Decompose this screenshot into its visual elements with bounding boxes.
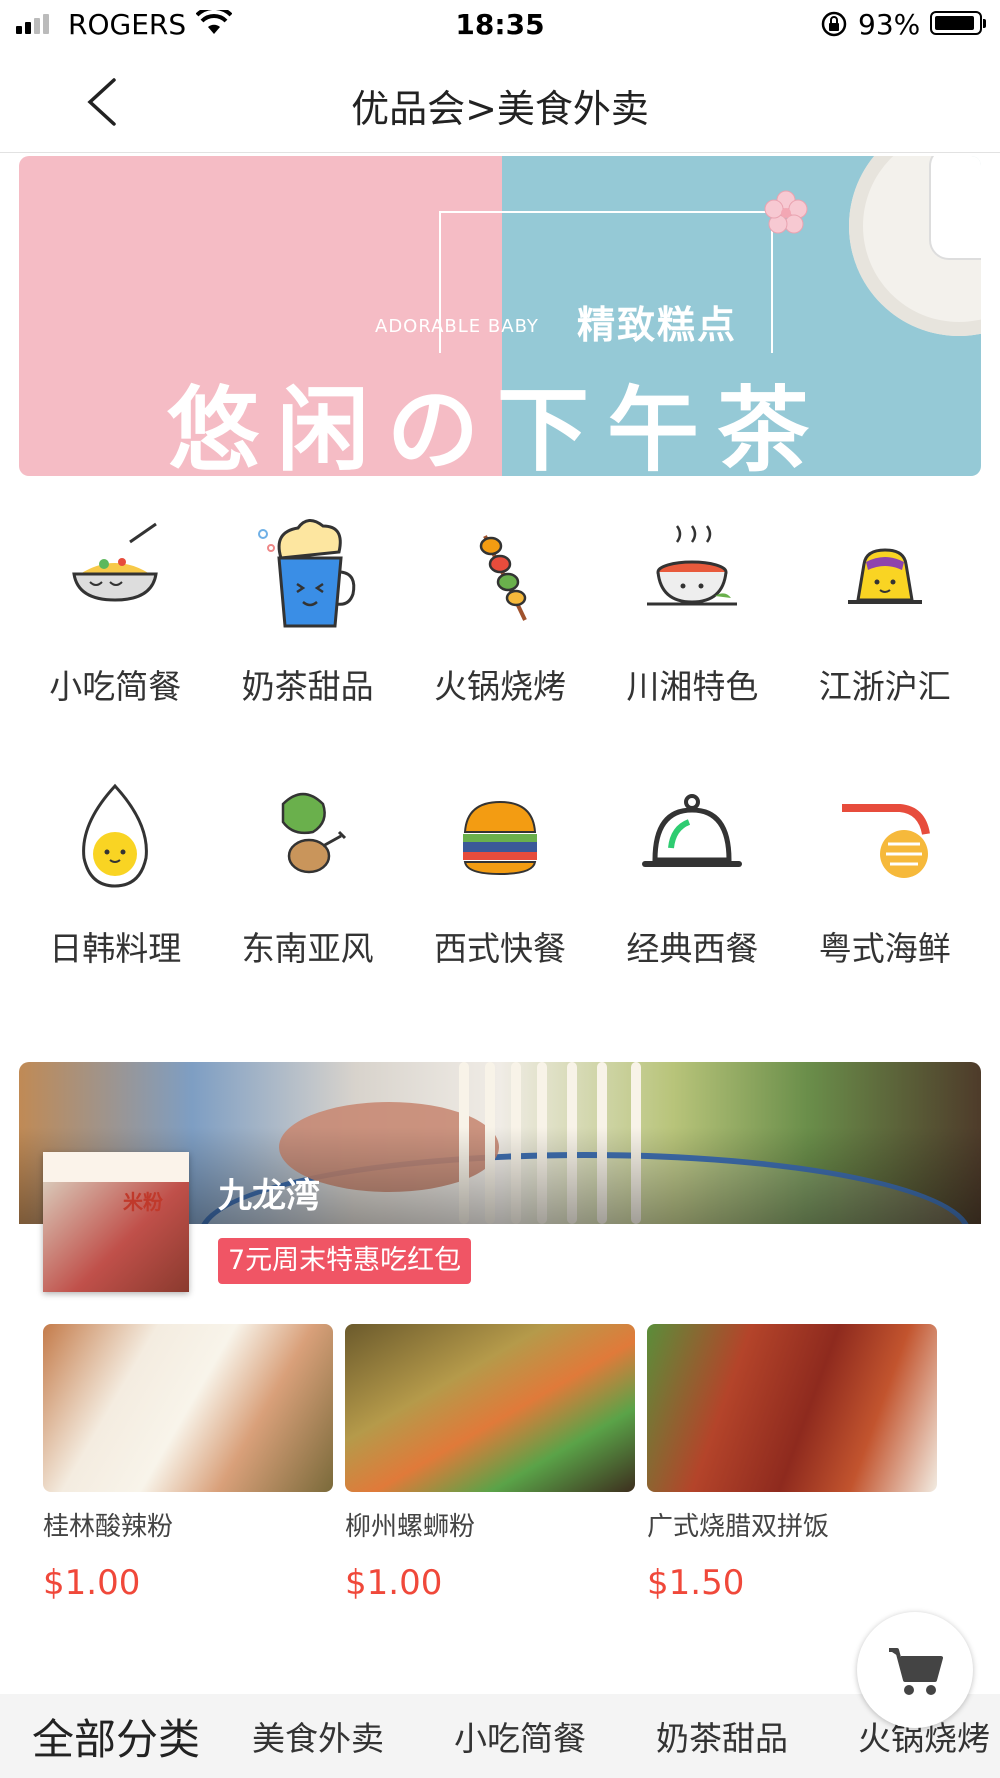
dish-name: 桂林酸辣粉 (43, 1512, 174, 1542)
dish-name: 广式烧腊双拼饭 (647, 1512, 830, 1542)
category-classic-western[interactable]: 经典西餐 (596, 774, 788, 1036)
dessert-cup-image (929, 156, 981, 260)
burger-icon (462, 800, 537, 876)
dish-price: $1.50 (647, 1563, 745, 1603)
restaurant-logo-tag: 米粉 (123, 1190, 163, 1214)
category-snacks[interactable]: 小吃简餐 (19, 512, 211, 774)
dish-card[interactable]: 桂林酸辣粉 $1.00 (43, 1324, 333, 1603)
orientation-lock-icon (820, 10, 848, 42)
category-label: 奶茶甜品 (241, 667, 374, 706)
page-title: 优品会>美食外卖 (351, 87, 649, 131)
noodle-bowl-icon (72, 522, 158, 602)
tab-all-categories[interactable]: 全部分类 (32, 1706, 200, 1767)
battery-percent: 93% (858, 8, 921, 41)
dish-price: $1.00 (345, 1563, 443, 1603)
category-label: 江浙沪汇 (818, 667, 951, 706)
cloche-icon (642, 794, 743, 867)
category-label: 小吃简餐 (49, 667, 182, 706)
banner-headline: 悠闲の下午茶 (167, 377, 828, 476)
category-southeast-asian[interactable]: 东南亚风 (211, 774, 403, 1036)
cart-button[interactable] (857, 1612, 973, 1728)
restaurant-logo[interactable]: 米粉 (43, 1152, 189, 1292)
tab-milk-tea[interactable]: 奶茶甜品 (656, 1712, 788, 1760)
category-sichuan-hunan[interactable]: 川湘特色 (596, 512, 788, 774)
tab-food-delivery[interactable]: 美食外卖 (252, 1712, 384, 1760)
dish-photo (345, 1324, 635, 1492)
clock: 18:35 (455, 8, 545, 41)
status-bar: ROGERS 18:35 93% (0, 0, 1000, 52)
dish-photo (647, 1324, 937, 1492)
hot-pot-icon (647, 525, 738, 606)
category-label: 粤式海鲜 (818, 929, 951, 968)
drumstick-icon (281, 792, 346, 874)
category-label: 东南亚风 (241, 929, 374, 968)
banner-tagline-en: ADORABLE BABY (375, 316, 539, 337)
promo-banner[interactable]: ADORABLE BABY 精致糕点 悠闲の下午茶 (19, 156, 981, 476)
dish-price: $1.00 (43, 1563, 141, 1603)
dish-photo (43, 1324, 333, 1492)
dish-name: 柳州螺蛳粉 (345, 1512, 476, 1542)
category-label: 火锅烧烤 (433, 667, 566, 706)
category-hotpot-bbq[interactable]: 火锅烧烤 (404, 512, 596, 774)
pudding-icon (847, 548, 922, 604)
promo-badge: 7元周末特惠吃红包 (218, 1238, 472, 1284)
category-label: 川湘特色 (626, 667, 759, 706)
tab-snacks[interactable]: 小吃简餐 (454, 1712, 586, 1760)
category-tab-bar: 全部分类 美食外卖 小吃简餐 奶茶甜品 火锅烧烤 (0, 1694, 1000, 1778)
category-label: 西式快餐 (433, 929, 566, 968)
banner-tagline-cn: 精致糕点 (577, 303, 738, 347)
egg-icon (82, 783, 149, 888)
nav-bar: 优品会>美食外卖 (0, 52, 1000, 153)
battery-icon (930, 11, 986, 35)
shopping-cart-icon (889, 1648, 943, 1695)
category-label: 经典西餐 (626, 929, 759, 968)
dish-card[interactable]: 柳州螺蛳粉 $1.00 (345, 1324, 635, 1603)
skewer-icon (479, 535, 527, 621)
category-label: 日韩料理 (49, 929, 182, 968)
flower-icon (761, 188, 811, 242)
restaurant-name[interactable]: 九龙湾 (218, 1168, 320, 1217)
category-japanese-korean[interactable]: 日韩料理 (19, 774, 211, 1036)
category-milk-tea[interactable]: 奶茶甜品 (211, 512, 403, 774)
milk-tea-cup-icon (257, 519, 355, 628)
category-grid: 小吃简餐 奶茶甜品 火锅烧烤 川湘特色 江浙沪汇 日韩料理 东南亚风 西式快餐 … (19, 512, 981, 1036)
dish-card[interactable]: 广式烧腊双拼饭 $1.50 (647, 1324, 937, 1603)
category-cantonese-seafood[interactable]: 粤式海鲜 (789, 774, 981, 1036)
category-western-fast-food[interactable]: 西式快餐 (404, 774, 596, 1036)
shrimp-icon (841, 804, 930, 878)
category-jiangzhehu[interactable]: 江浙沪汇 (789, 512, 981, 774)
